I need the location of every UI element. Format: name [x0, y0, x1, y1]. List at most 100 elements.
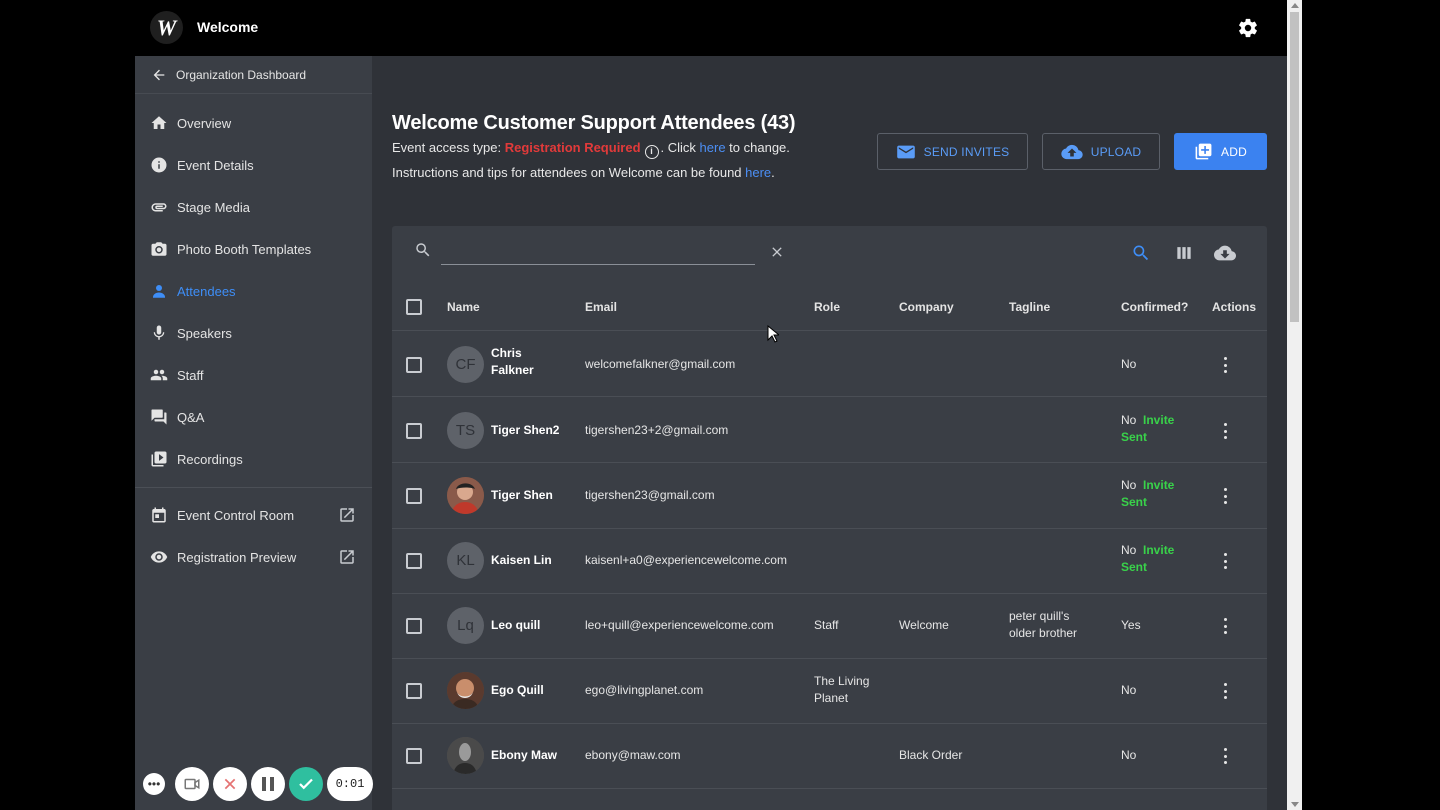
sidebar-item-label: Attendees	[177, 283, 236, 299]
open-in-new-icon[interactable]	[338, 506, 356, 524]
recorder-finish-button[interactable]	[289, 767, 323, 801]
access-type-value: Registration Required	[504, 140, 641, 155]
row-checkbox[interactable]	[406, 618, 422, 634]
confirmed-status: No	[1121, 748, 1137, 762]
sidebar-item-stage-media[interactable]: Stage Media	[135, 186, 372, 228]
column-header-role[interactable]: Role	[814, 300, 840, 314]
attendee-name[interactable]: Ego Quill	[491, 682, 544, 699]
columns-icon[interactable]	[1174, 243, 1194, 263]
gear-icon[interactable]	[1237, 17, 1259, 39]
sidebar-item-recordings[interactable]: Recordings	[135, 438, 372, 480]
send-invites-button[interactable]: SEND INVITES	[877, 133, 1028, 170]
back-to-organization-dashboard[interactable]: Organization Dashboard	[135, 56, 372, 94]
attendee-name[interactable]: Tiger Shen2	[491, 422, 559, 439]
table-row[interactable]: Tiger Shen tigershen23@gmail.com No Invi…	[392, 464, 1267, 529]
attendee-email: ego@livingplanet.com	[585, 683, 704, 697]
cloud-upload-icon	[1061, 144, 1083, 159]
row-checkbox[interactable]	[406, 683, 422, 699]
add-button[interactable]: ADD	[1174, 133, 1267, 170]
sidebar-item-event-details[interactable]: Event Details	[135, 144, 372, 186]
column-header-name[interactable]: Name	[447, 300, 480, 314]
more-actions-icon[interactable]	[1222, 423, 1228, 439]
more-actions-icon[interactable]	[1222, 748, 1228, 764]
attendee-name[interactable]: Kaisen Lin	[491, 552, 552, 569]
table-row[interactable]: CF Chris Falkner welcomefalkner@gmail.com…	[392, 332, 1267, 397]
search-toggle-icon[interactable]	[1131, 243, 1151, 263]
sidebar-item-label: Registration Preview	[177, 549, 297, 565]
recorder-more-button[interactable]: •••	[143, 773, 165, 795]
mouse-cursor-icon	[767, 325, 779, 343]
welcome-logo[interactable]: W	[150, 11, 183, 44]
sidebar-item-speakers[interactable]: Speakers	[135, 312, 372, 354]
column-header-actions: Actions	[1212, 300, 1257, 314]
row-checkbox[interactable]	[406, 488, 422, 504]
change-access-link[interactable]: here	[700, 140, 726, 155]
arrow-left-icon	[153, 69, 165, 80]
column-header-confirmed[interactable]: Confirmed?	[1121, 300, 1188, 314]
sidebar-item-label: Photo Booth Templates	[177, 241, 312, 257]
cloud-download-icon[interactable]	[1214, 243, 1236, 263]
add-label: ADD	[1221, 144, 1247, 159]
row-checkbox[interactable]	[406, 553, 422, 569]
confirmed-status: No Invite Sent	[1121, 543, 1175, 574]
page-title: Welcome Customer Support Attendees (43)	[392, 112, 796, 134]
select-all-checkbox[interactable]	[406, 299, 422, 315]
attendee-name[interactable]: Leo quill	[491, 617, 540, 634]
close-icon	[224, 778, 236, 790]
sidebar-item-event-control-room[interactable]: Event Control Room	[135, 494, 372, 536]
row-checkbox[interactable]	[406, 748, 422, 764]
upload-button[interactable]: UPLOAD	[1042, 133, 1160, 170]
sidebar-item-label: Speakers	[177, 325, 232, 341]
attendee-company: Black Order	[899, 748, 963, 762]
attendee-name[interactable]: Tiger Shen	[491, 487, 553, 504]
attendee-name[interactable]: Ebony Maw	[491, 747, 557, 764]
calendar-icon	[150, 506, 168, 524]
more-actions-icon[interactable]	[1222, 683, 1228, 699]
table-row[interactable]: Ebony Maw ebony@maw.com Black Order No	[392, 724, 1267, 789]
sidebar-item-label: Overview	[177, 115, 232, 131]
sidebar-item-photo-booth-templates[interactable]: Photo Booth Templates	[135, 228, 372, 270]
sidebar-item-overview[interactable]: Overview	[135, 102, 372, 144]
avatar: KL	[447, 542, 484, 579]
table-header: Name Email Role Company Tagline Confirme…	[392, 283, 1267, 331]
open-in-new-icon[interactable]	[338, 548, 356, 566]
table-row[interactable]: Lq Leo quill leo+quill@experiencewelcome…	[392, 594, 1267, 659]
recorder-pause-button[interactable]	[251, 767, 285, 801]
scrollbar-thumb[interactable]	[1290, 12, 1299, 322]
row-checkbox[interactable]	[406, 357, 422, 373]
sidebar-item-attendees[interactable]: Attendees	[135, 270, 372, 312]
sidebar-item-qa[interactable]: Q&A	[135, 396, 372, 438]
attendee-email: kaisenl+a0@experiencewelcome.com	[585, 553, 787, 567]
column-header-email[interactable]: Email	[585, 300, 617, 314]
more-actions-icon[interactable]	[1222, 357, 1228, 373]
more-actions-icon[interactable]	[1222, 553, 1228, 569]
app-window: W Welcome Organization Dashboard Overvie…	[135, 0, 1287, 810]
chat-icon	[150, 408, 168, 426]
recorder-cancel-button[interactable]	[213, 767, 247, 801]
table-row[interactable]: KL Kaisen Lin kaisenl+a0@experiencewelco…	[392, 529, 1267, 594]
attendee-name[interactable]: Chris Falkner	[491, 345, 534, 379]
more-actions-icon[interactable]	[1222, 488, 1228, 504]
search-input[interactable]	[441, 239, 755, 265]
people-icon	[150, 366, 168, 384]
column-header-company[interactable]: Company	[899, 300, 954, 314]
confirmed-status: No Invite Sent	[1121, 413, 1175, 444]
more-actions-icon[interactable]	[1222, 618, 1228, 634]
sidebar-item-staff[interactable]: Staff	[135, 354, 372, 396]
confirmed-status: No Invite Sent	[1121, 478, 1175, 509]
page-scrollbar[interactable]	[1287, 0, 1302, 810]
row-checkbox[interactable]	[406, 423, 422, 439]
info-icon[interactable]: i	[644, 145, 659, 159]
scroll-down-icon[interactable]	[1291, 802, 1299, 807]
column-header-tagline[interactable]: Tagline	[1009, 300, 1050, 314]
instructions-prefix: Instructions and tips for attendees on W…	[392, 165, 746, 180]
scroll-up-icon[interactable]	[1291, 3, 1299, 8]
table-row[interactable]: Ego Quill ego@livingplanet.com The Livin…	[392, 659, 1267, 724]
table-row[interactable]: TS Tiger Shen2 tigershen23+2@gmail.com N…	[392, 398, 1267, 463]
more-horizontal-icon: •••	[147, 777, 161, 791]
instructions-line: Instructions and tips for attendees on W…	[392, 165, 775, 180]
instructions-link[interactable]: here	[745, 165, 771, 180]
recorder-camera-button[interactable]	[175, 767, 209, 801]
sidebar-item-registration-preview[interactable]: Registration Preview	[135, 536, 372, 578]
close-icon[interactable]	[769, 244, 785, 260]
